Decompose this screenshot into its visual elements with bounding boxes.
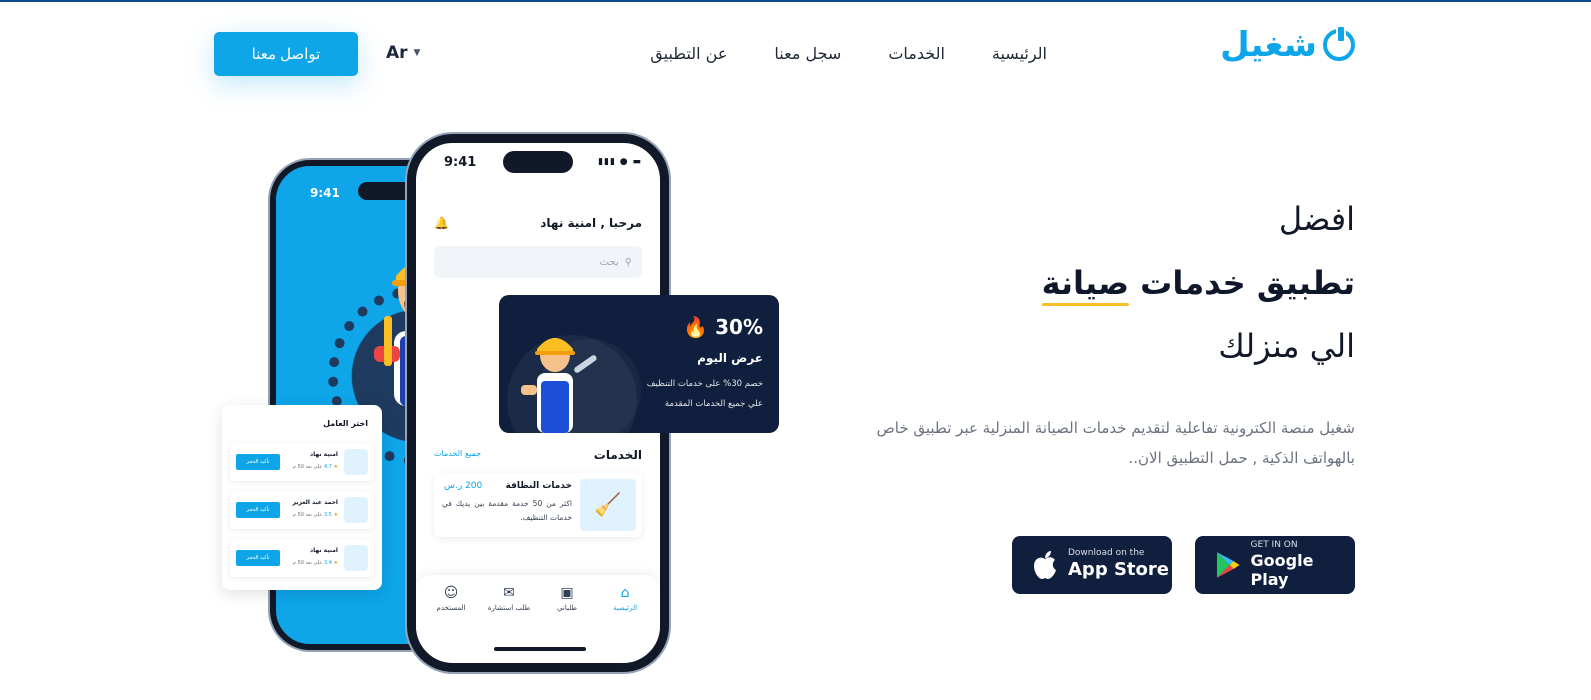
search-icon: ⚲ <box>624 256 632 268</box>
services-title: الخدمات <box>593 448 642 462</box>
chevron-down-icon: ▼ <box>413 48 421 58</box>
tab-home-label: الرئيسية <box>612 604 638 612</box>
worker-rating: ★ 3.5 علي بعد 50 م <box>293 512 338 518</box>
nav-link-home[interactable]: الرئيسية <box>992 44 1047 63</box>
phone-front-notch <box>503 151 573 173</box>
worker-row[interactable]: امنية نهاد ★ 4.7 علي بعد 50 م تأكيد الحج… <box>230 443 374 481</box>
book-button[interactable]: تأكيد الحجز <box>236 454 280 470</box>
distance-text: علي بعد 50 م <box>292 464 323 470</box>
worker-illustration-offer <box>521 338 597 433</box>
greeting-text: مرحبا , امنية نهاد <box>540 216 642 230</box>
language-label: Ar <box>386 43 408 63</box>
worker-name: احمد عبد العزيز <box>292 499 338 506</box>
tab-orders-label: طلباتي <box>557 604 577 612</box>
worker-rating: ★ 3.4 علي بعد 50 م <box>293 560 338 566</box>
hero-highlight: صيانة <box>1041 264 1130 307</box>
all-services-link[interactable]: جميع الخدمات <box>434 449 481 458</box>
hero-text: افضل تطبيق خدمات صيانة الي منزلك شغيل من… <box>835 200 1355 473</box>
offer-line-2: علي جميع الخدمات المقدمة <box>664 399 763 409</box>
tab-user-label: المستخدم <box>436 604 466 612</box>
offer-percent-text: 30% <box>715 315 763 339</box>
phone-back-time: 9:41 <box>310 186 340 200</box>
status-bar-icons: ▮▮▮ ● ▬ <box>598 157 642 167</box>
app-store-big: App Store <box>1068 559 1169 581</box>
app-store-button[interactable]: Download on the App Store <box>1012 536 1172 594</box>
tab-consultation-label: طلب استشارة <box>487 604 531 612</box>
worker-name: امنية نهاد <box>310 547 338 554</box>
tab-consultation[interactable]: ✉ طلب استشارة <box>484 585 534 612</box>
search-input[interactable]: ⚲ بحث <box>434 246 642 278</box>
nav-link-about[interactable]: عن التطبيق <box>650 44 727 63</box>
avatar <box>344 497 368 523</box>
distance-text: علي بعد 50 م <box>292 560 323 566</box>
tab-bar: ⌂ الرئيسية ▣ طلباتي ✉ طلب استشارة ☺ المس… <box>416 575 660 663</box>
star-icon: ★ <box>333 464 338 470</box>
avatar <box>344 449 368 475</box>
tab-orders[interactable]: ▣ طلباتي <box>542 585 592 612</box>
logo[interactable]: شغيل <box>1220 25 1355 65</box>
app-store-small: Download on the <box>1068 548 1145 559</box>
tab-home[interactable]: ⌂ الرئيسية <box>600 585 650 612</box>
service-card-description: اكثر من 50 خدمة مقدمة بين يديك في خدمات … <box>442 499 572 522</box>
user-icon: ☺ <box>443 585 459 601</box>
rating-value: 3.4 <box>323 560 332 566</box>
service-card-cleaning[interactable]: 🧹 خدمات النظافة 200 ر.س اكثر من 50 خدمة … <box>434 473 642 537</box>
worker-row[interactable]: احمد عبد العزيز ★ 3.5 علي بعد 50 م تأكيد… <box>230 491 374 529</box>
logo-text: شغيل <box>1220 25 1317 65</box>
worker-list-card: اختر العامل امنية نهاد ★ 4.7 علي بعد 50 … <box>222 405 382 590</box>
home-indicator <box>494 647 586 651</box>
hero-line-3: الي منزلك <box>1218 326 1355 365</box>
google-play-small: GET IN ON <box>1250 539 1298 550</box>
nav-links: الرئيسية الخدمات سجل معنا عن التطبيق <box>650 44 1047 63</box>
contact-button[interactable]: تواصل معنا <box>214 32 358 76</box>
worker-row[interactable]: امنية نهاد ★ 3.4 علي بعد 50 م تأكيد الحج… <box>230 539 374 577</box>
apple-icon <box>1034 551 1056 579</box>
logo-power-icon <box>1323 25 1355 61</box>
book-button[interactable]: تأكيد الحجز <box>236 502 280 518</box>
nav-link-register[interactable]: سجل معنا <box>774 44 841 63</box>
calendar-icon: ▣ <box>560 585 574 601</box>
google-play-big: Google Play <box>1250 550 1314 589</box>
book-button[interactable]: تأكيد الحجز <box>236 550 280 566</box>
rating-value: 3.5 <box>323 512 332 518</box>
star-icon: ★ <box>333 560 338 566</box>
search-placeholder: بحث <box>599 256 619 268</box>
worker-rating: ★ 4.7 علي بعد 50 م <box>293 464 338 470</box>
language-select[interactable]: Ar ▼ <box>386 43 420 63</box>
offer-line-1: خصم 30% على خدمات التنظيف <box>646 379 763 389</box>
distance-text: علي بعد 50 م <box>292 512 323 518</box>
hero-line-2: تطبيق خدمات صيانة <box>835 264 1355 307</box>
service-card-title: خدمات النظافة <box>505 481 572 491</box>
worker-list-title: اختر العامل <box>323 419 368 428</box>
rating-value: 4.7 <box>323 464 332 470</box>
offer-percent: 🔥 30% <box>683 315 763 339</box>
nav-link-services[interactable]: الخدمات <box>888 44 945 63</box>
phone-front-time: 9:41 <box>444 155 477 170</box>
hero-description: شغيل منصة الكترونية تفاعلية لتقديم خدمات… <box>876 419 1355 468</box>
tab-user[interactable]: ☺ المستخدم <box>426 585 476 612</box>
home-icon: ⌂ <box>620 585 630 601</box>
star-icon: ★ <box>333 512 338 518</box>
offer-card[interactable]: 🔥 30% عرض اليوم خصم 30% على خدمات التنظي… <box>499 295 779 433</box>
avatar <box>344 545 368 571</box>
offer-title: عرض اليوم <box>697 351 763 365</box>
bell-icon[interactable]: 🔔 <box>434 216 449 230</box>
fire-icon: 🔥 <box>683 315 709 339</box>
google-play-button[interactable]: GET IN ON Google Play <box>1195 536 1355 594</box>
chat-icon: ✉ <box>503 585 515 601</box>
hero-line-2-main: تطبيق خدمات <box>1140 264 1355 303</box>
worker-name: امنية نهاد <box>310 451 338 458</box>
hero-line-1: افضل <box>1278 200 1355 238</box>
cleaning-image: 🧹 <box>580 479 636 531</box>
navbar: شغيل الرئيسية الخدمات سجل معنا عن التطبي… <box>0 0 1591 100</box>
service-card-price: 200 ر.س <box>444 481 483 491</box>
google-play-icon <box>1216 552 1240 578</box>
